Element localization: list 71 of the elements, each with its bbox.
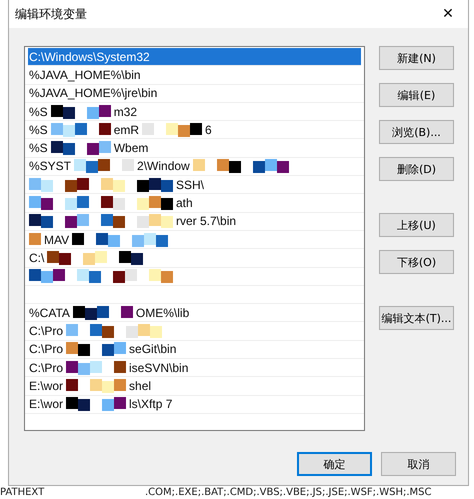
list-item[interactable]: ath: [25, 194, 364, 213]
path-text: shel: [129, 378, 152, 393]
list-item[interactable]: E:\wor shel: [25, 377, 364, 396]
path-text: 2\Window: [137, 159, 190, 174]
path-text: iseSVN\bin: [129, 360, 188, 375]
path-text: %S: [29, 122, 48, 137]
redaction-mosaic: [66, 342, 126, 356]
list-item[interactable]: %CATA OME%\lib: [25, 304, 364, 322]
redaction-mosaic: [66, 360, 126, 375]
action-button[interactable]: 编辑(E): [379, 83, 454, 107]
path-text: C:\Windows\System32: [29, 50, 150, 64]
redaction-mosaic: [74, 159, 134, 174]
dialog-button[interactable]: 确定: [297, 452, 372, 476]
redaction-mosaic: [50, 141, 111, 156]
variable-value: .COM;.EXE;.BAT;.CMD;.VBS;.VBE;.JS;.JSE;.WSF;.WSH;.MSC: [145, 487, 432, 499]
list-item[interactable]: C:\Pro: [25, 322, 364, 341]
action-button[interactable]: 浏览(B)...: [379, 120, 454, 144]
action-button[interactable]: 编辑文本(T)...: [379, 306, 454, 330]
redaction-mosaic: [29, 232, 41, 247]
close-button[interactable]: ✕: [428, 0, 468, 28]
path-text: C:\Pro: [29, 360, 64, 375]
list-item[interactable]: MAV: [25, 230, 364, 250]
path-text: %S: [29, 104, 48, 119]
redaction-mosaic: [72, 306, 133, 320]
list-item[interactable]: %JAVA_HOME%\bin: [25, 66, 364, 85]
list-item[interactable]: C:\Pro iseSVN\bin: [25, 359, 364, 378]
path-text: ath: [176, 196, 193, 210]
path-text: %SYST: [29, 159, 72, 174]
path-text: m32: [114, 104, 138, 119]
redaction-mosaic: [50, 104, 111, 119]
redaction-mosaic: [142, 122, 202, 137]
list-item[interactable]: [25, 268, 364, 286]
path-text: 6: [205, 122, 212, 137]
window-title: 编辑环境变量: [14, 6, 87, 22]
redaction-mosaic: [66, 378, 126, 393]
list-item[interactable]: %JAVA_HOME%\jre\bin: [25, 84, 364, 103]
path-text: %JAVA_HOME%\bin: [29, 68, 141, 82]
path-text: Wbem: [114, 141, 148, 156]
action-button[interactable]: 上移(U): [379, 213, 454, 237]
path-text: emR: [114, 122, 140, 137]
list-item[interactable]: E:\wor ls\Xftp 7: [25, 396, 364, 414]
path-text: E:\wor: [29, 397, 64, 412]
path-text: ls\Xftp 7: [129, 397, 172, 412]
path-text: %JAVA_HOME%\jre\bin: [29, 86, 158, 100]
redaction-mosaic: [50, 122, 111, 137]
list-item[interactable]: SSH\: [25, 176, 364, 194]
list-item[interactable]: %S Wbem: [25, 139, 364, 158]
list-item[interactable]: C:\: [25, 249, 364, 268]
path-text: OME%\lib: [136, 306, 190, 320]
path-text: rver 5.7\bin: [176, 214, 236, 228]
variable-name: PATHEXT: [0, 487, 46, 499]
list-item[interactable]: %S emR 6: [25, 121, 364, 140]
path-text: MAV: [44, 232, 70, 247]
path-text: %S: [29, 141, 48, 156]
path-text: C:\: [29, 250, 44, 265]
path-text: seGit\bin: [129, 342, 176, 356]
dialog-button[interactable]: 取消: [381, 452, 456, 476]
list-item[interactable]: %S m32: [25, 102, 364, 122]
path-text: E:\wor: [29, 378, 64, 393]
action-button[interactable]: 新建(N): [379, 46, 454, 70]
list-item[interactable]: C:\Windows\System32: [28, 48, 361, 66]
action-button[interactable]: 删除(D): [379, 157, 454, 181]
action-button[interactable]: 下移(O): [379, 250, 454, 274]
list-item[interactable]: C:\Pro seGit\bin: [25, 340, 364, 360]
redaction-mosaic: [66, 397, 126, 412]
list-item[interactable]: rver 5.7\bin: [25, 212, 364, 231]
path-text: SSH\: [176, 178, 204, 192]
path-text: %CATA: [29, 306, 70, 320]
path-text: C:\Pro: [29, 342, 64, 356]
path-text: C:\Pro: [29, 324, 64, 338]
list-item[interactable]: %SYST 2\Window: [25, 158, 364, 176]
